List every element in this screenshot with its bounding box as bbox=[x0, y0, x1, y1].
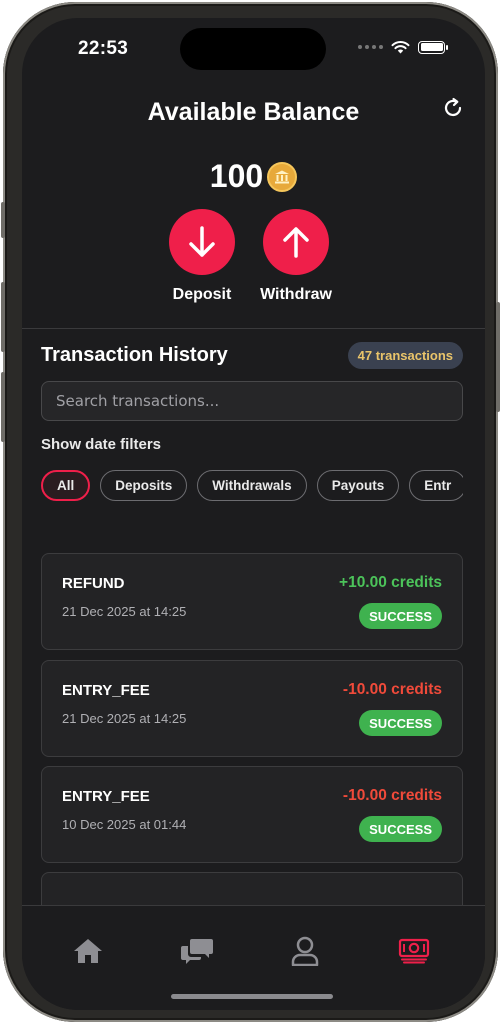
filter-chip-entry[interactable]: Entr bbox=[409, 470, 463, 501]
status-time: 22:53 bbox=[78, 38, 129, 59]
status-badge: SUCCESS bbox=[359, 710, 442, 736]
status-badge: SUCCESS bbox=[359, 603, 442, 629]
volume-up-button bbox=[1, 282, 5, 352]
filter-chip-all[interactable]: All bbox=[41, 470, 91, 501]
show-date-filters-toggle[interactable]: Show date filters bbox=[41, 436, 161, 453]
transaction-type: ENTRY_FEE bbox=[62, 788, 150, 805]
wifi-icon bbox=[391, 41, 410, 54]
signal-icon bbox=[358, 45, 383, 49]
tab-chat[interactable] bbox=[180, 934, 214, 968]
home-indicator bbox=[171, 994, 333, 999]
transaction-card[interactable]: ENTRY_FEE 21 Dec 2025 at 14:25 -10.00 cr… bbox=[41, 660, 463, 757]
refresh-icon[interactable] bbox=[441, 96, 465, 120]
transaction-amount: -10.00 credits bbox=[342, 681, 442, 698]
section-title: Transaction History bbox=[41, 344, 228, 366]
filter-chip-deposits[interactable]: Deposits bbox=[100, 470, 188, 501]
transaction-card[interactable]: ENTRY_FEE 10 Dec 2025 at 01:44 -10.00 cr… bbox=[41, 766, 463, 863]
filter-chip-withdrawals[interactable]: Withdrawals bbox=[197, 470, 307, 501]
wallet-icon bbox=[398, 938, 430, 964]
deposit-label[interactable]: Deposit bbox=[162, 286, 242, 304]
filter-chips: All Deposits Withdrawals Payouts Entr bbox=[41, 470, 463, 502]
filter-chip-payouts[interactable]: Payouts bbox=[316, 470, 400, 501]
volume-down-button bbox=[1, 372, 5, 442]
transaction-date: 10 Dec 2025 at 01:44 bbox=[62, 817, 187, 832]
battery-icon bbox=[418, 40, 448, 54]
withdraw-button[interactable] bbox=[263, 209, 329, 275]
divider bbox=[22, 328, 485, 329]
page-title: Available Balance bbox=[147, 98, 360, 126]
transaction-date: 21 Dec 2025 at 14:25 bbox=[62, 711, 187, 726]
transaction-type: REFUND bbox=[62, 575, 125, 592]
chat-icon bbox=[181, 939, 213, 964]
status-badge: SUCCESS bbox=[359, 816, 442, 842]
withdraw-label[interactable]: Withdraw bbox=[251, 286, 341, 304]
deposit-button[interactable] bbox=[169, 209, 235, 275]
transaction-amount: +10.00 credits bbox=[339, 574, 442, 591]
tab-home[interactable] bbox=[71, 934, 105, 968]
phone-frame: 22:53 Available Balance 100 Deposit With… bbox=[1, 2, 500, 1022]
arrow-up-icon bbox=[283, 227, 309, 258]
balance-value: 100 bbox=[209, 158, 264, 194]
transaction-type: ENTRY_FEE bbox=[62, 682, 150, 699]
action-button bbox=[1, 202, 5, 238]
transaction-date: 21 Dec 2025 at 14:25 bbox=[62, 604, 187, 619]
tab-wallet[interactable] bbox=[397, 934, 431, 968]
transaction-amount: -10.00 credits bbox=[342, 787, 442, 804]
power-button bbox=[496, 302, 500, 412]
balance-display: 100 bbox=[22, 158, 485, 195]
profile-icon bbox=[291, 936, 319, 966]
coin-icon bbox=[267, 161, 298, 192]
home-icon bbox=[74, 939, 102, 963]
transaction-card[interactable]: REFUND 21 Dec 2025 at 14:25 +10.00 credi… bbox=[41, 553, 463, 650]
transaction-count-badge: 47 transactions bbox=[347, 342, 463, 369]
screen: 22:53 Available Balance 100 Deposit With… bbox=[22, 18, 485, 1010]
dynamic-island bbox=[180, 28, 326, 70]
status-icons bbox=[358, 40, 448, 54]
arrow-down-icon bbox=[189, 226, 215, 257]
tab-profile[interactable] bbox=[288, 934, 322, 968]
search-input[interactable] bbox=[41, 381, 463, 421]
